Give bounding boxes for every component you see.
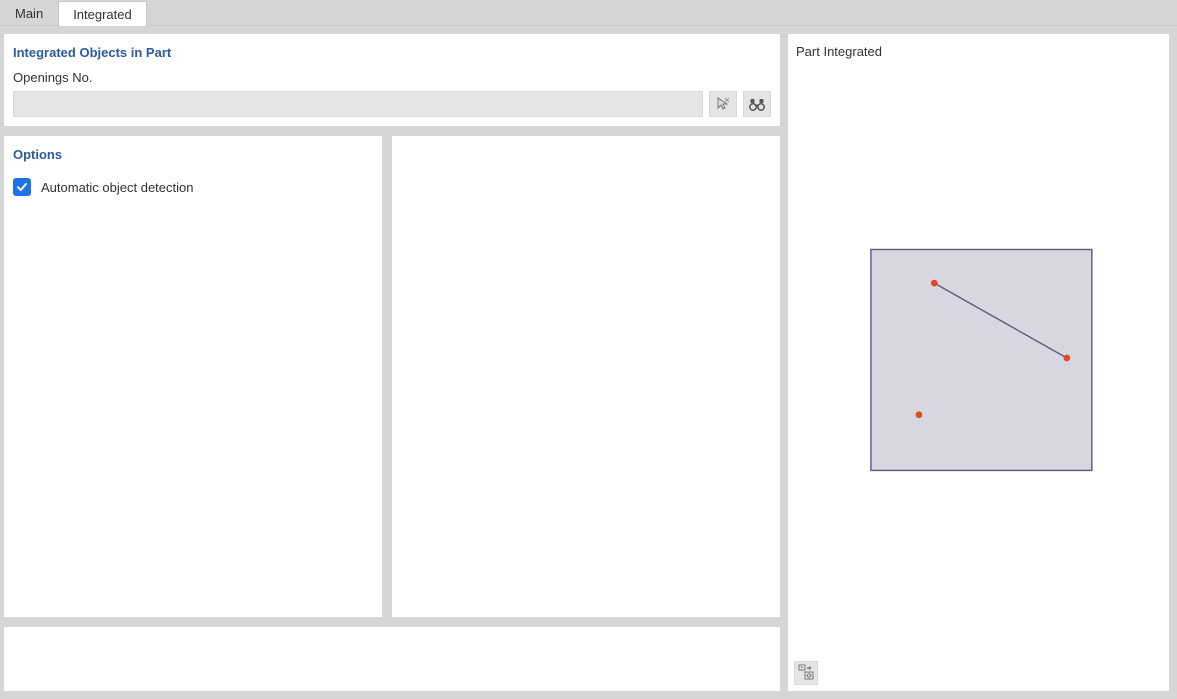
find-object-button[interactable] [743, 91, 771, 117]
cursor-pick-icon [715, 96, 731, 112]
integrated-objects-panel: Integrated Objects in Part Openings No. [4, 34, 780, 126]
openings-number-label: Openings No. [13, 70, 771, 85]
pick-object-button[interactable] [709, 91, 737, 117]
part-preview-graphic [796, 67, 1161, 683]
automatic-object-detection-checkbox[interactable]: Automatic object detection [13, 178, 373, 196]
checkbox-box [13, 178, 31, 196]
panel-title: Integrated Objects in Part [13, 45, 771, 60]
tabstrip: Main Integrated [0, 0, 1177, 26]
preview-settings-icon [798, 664, 814, 683]
tab-integrated[interactable]: Integrated [58, 1, 147, 26]
preview-viewport[interactable] [796, 67, 1161, 683]
preview-title: Part Integrated [796, 44, 1161, 59]
mid-row: Options Automatic object detection [4, 136, 780, 617]
tab-label: Main [15, 6, 43, 21]
tab-main[interactable]: Main [0, 0, 58, 25]
bottom-panel [4, 627, 780, 691]
options-panel: Options Automatic object detection [4, 136, 382, 617]
tab-label: Integrated [73, 7, 132, 22]
binoculars-icon [749, 96, 765, 112]
workspace: Integrated Objects in Part Openings No. [0, 26, 1177, 699]
preview-panel: Part Integrated [788, 34, 1169, 691]
openings-number-input[interactable] [13, 91, 703, 117]
panel-title: Options [13, 147, 373, 162]
empty-panel [392, 136, 780, 617]
checkbox-label: Automatic object detection [41, 180, 193, 195]
preview-settings-button[interactable] [794, 661, 818, 685]
left-column: Integrated Objects in Part Openings No. [4, 34, 780, 691]
openings-row [13, 91, 771, 117]
